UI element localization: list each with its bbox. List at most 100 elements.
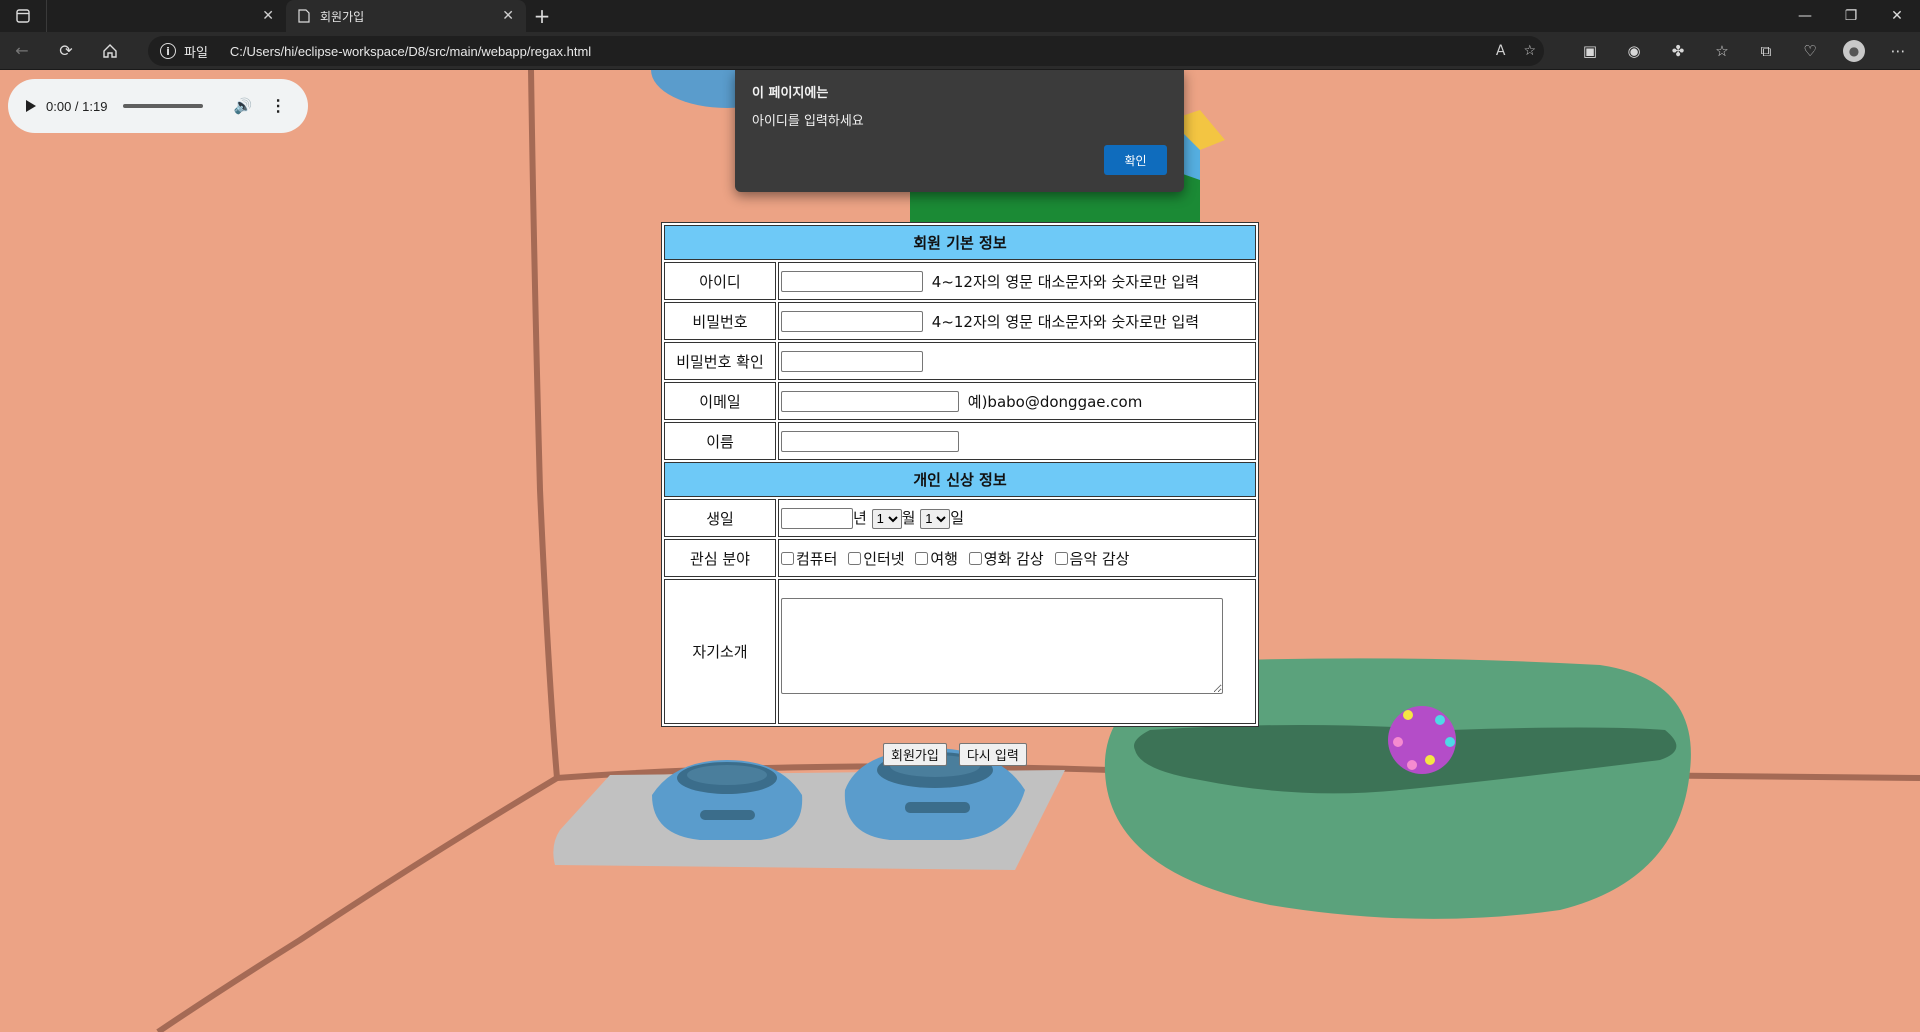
checkbox-label: 여행: [930, 549, 958, 568]
more-options-icon[interactable]: ⋮: [270, 96, 286, 116]
name-cell: [778, 422, 1256, 460]
address-field[interactable]: i 파일 C:/Users/hi/eclipse-workspace/D8/sr…: [148, 36, 1544, 66]
checkbox[interactable]: [968, 551, 982, 565]
page-icon: [298, 9, 310, 23]
password-confirm-label: 비밀번호 확인: [664, 342, 776, 380]
checkbox[interactable]: [1054, 551, 1068, 565]
screenshot-icon[interactable]: ◉: [1612, 32, 1656, 70]
tab-actions-icon: [16, 9, 30, 23]
audio-time: 0:00 / 1:19: [46, 98, 108, 114]
birth-year-input[interactable]: [781, 508, 853, 529]
intro-textarea[interactable]: [781, 597, 1223, 694]
new-tab-button[interactable]: +: [526, 0, 558, 32]
tab-title: 회원가입: [320, 9, 365, 24]
password-hint: 4~12자의 영문 대소문자와 숫자로만 입력: [931, 312, 1200, 331]
intro-label: 자기소개: [664, 579, 776, 724]
collections-icon[interactable]: ⧉: [1744, 32, 1788, 70]
checkbox-label: 컴퓨터: [796, 549, 838, 568]
email-input[interactable]: [781, 390, 959, 412]
password-input[interactable]: [781, 310, 923, 332]
email-hint: 예)babo@donggae.com: [967, 392, 1143, 411]
back-button[interactable]: ←: [0, 32, 44, 70]
password-confirm-cell: [778, 342, 1256, 380]
tab-actions-button[interactable]: [0, 0, 46, 32]
id-input[interactable]: [781, 270, 923, 292]
interest-option-computer[interactable]: 컴퓨터: [781, 548, 837, 569]
day-suffix: 일: [950, 509, 964, 527]
favorites-icon[interactable]: ☆: [1700, 32, 1744, 70]
checkbox[interactable]: [848, 551, 862, 565]
table-row: 비밀번호 4~12자의 영문 대소문자와 숫자로만 입력: [664, 302, 1256, 340]
submit-button[interactable]: 회원가입: [883, 743, 947, 766]
restore-button[interactable]: ❐: [1828, 0, 1874, 32]
table-row: 이름: [664, 422, 1256, 460]
section-personal-info-header: 개인 신상 정보: [664, 462, 1256, 497]
email-label: 이메일: [664, 382, 776, 420]
omnibox-actions: A ☆: [1496, 36, 1536, 66]
more-menu-icon[interactable]: ⋯: [1876, 32, 1920, 70]
window-controls: — ❐ ✕: [1782, 0, 1920, 32]
interest-option-travel[interactable]: 여행: [915, 548, 958, 569]
reset-button[interactable]: 다시 입력: [958, 743, 1027, 766]
month-suffix: 월: [901, 509, 916, 527]
audio-player[interactable]: 0:00 / 1:19 🔊 ⋮: [8, 79, 308, 133]
read-aloud-icon[interactable]: A: [1496, 43, 1506, 59]
name-label: 이름: [664, 422, 776, 460]
interest-label: 관심 분야: [664, 539, 776, 577]
page-content: 0:00 / 1:19 🔊 ⋮ 회원 기본 정보 아이디 4~12자의 영문 대…: [0, 70, 1920, 1032]
birth-cell: 년 1월 1일: [778, 499, 1256, 537]
checkbox-label: 인터넷: [863, 549, 905, 568]
tab-inactive[interactable]: ✕: [46, 0, 286, 32]
table-row: 아이디 4~12자의 영문 대소문자와 숫자로만 입력: [664, 262, 1256, 300]
birth-label: 생일: [664, 499, 776, 537]
form-buttons: 회원가입 다시 입력: [883, 743, 1027, 766]
audio-progress-bar[interactable]: [123, 104, 204, 108]
checkbox-label: 영화 감상: [983, 549, 1044, 568]
table-row: 생일 년 1월 1일: [664, 499, 1256, 537]
table-row: 자기소개: [664, 579, 1256, 724]
browser-essentials-icon[interactable]: ♡: [1788, 32, 1832, 70]
section-basic-info-header: 회원 기본 정보: [664, 225, 1256, 260]
close-icon[interactable]: ✕: [262, 8, 274, 24]
signup-form: 회원 기본 정보 아이디 4~12자의 영문 대소문자와 숫자로만 입력 비밀번…: [661, 222, 1259, 727]
dialog-title: 이 페이지에는: [752, 86, 829, 101]
extensions-icon[interactable]: ✤: [1656, 32, 1700, 70]
dialog-ok-button[interactable]: 확인: [1104, 145, 1167, 175]
birth-day-select[interactable]: 1: [920, 508, 951, 529]
table-row: 비밀번호 확인: [664, 342, 1256, 380]
interest-option-movies[interactable]: 영화 감상: [968, 548, 1044, 569]
password-confirm-input[interactable]: [781, 350, 923, 372]
toolbar-right: ▣ ◉ ✤ ☆ ⧉ ♡ ● ⋯: [1568, 32, 1920, 70]
checkbox-label: 음악 감상: [1069, 549, 1130, 568]
checkbox[interactable]: [915, 551, 929, 565]
year-suffix: 년: [853, 509, 867, 527]
table-row: 관심 분야 컴퓨터 인터넷 여행 영화 감상 음악 감상: [664, 539, 1256, 577]
profile-avatar[interactable]: ●: [1843, 40, 1865, 62]
close-icon[interactable]: ✕: [502, 8, 514, 24]
info-icon[interactable]: i: [160, 43, 176, 59]
refresh-button[interactable]: ⟳: [44, 32, 88, 70]
home-button[interactable]: [88, 32, 132, 70]
interest-option-internet[interactable]: 인터넷: [848, 548, 905, 569]
url-text[interactable]: C:/Users/hi/eclipse-workspace/D8/src/mai…: [230, 44, 591, 59]
name-input[interactable]: [781, 430, 959, 452]
play-icon[interactable]: [26, 100, 36, 112]
birth-month-select[interactable]: 1: [871, 508, 902, 529]
tab-active[interactable]: 회원가입 ✕: [286, 0, 526, 32]
home-icon: [103, 43, 117, 58]
interest-cell: 컴퓨터 인터넷 여행 영화 감상 음악 감상: [778, 539, 1256, 577]
close-window-button[interactable]: ✕: [1874, 0, 1920, 32]
interest-option-music[interactable]: 음악 감상: [1054, 548, 1130, 569]
volume-icon[interactable]: 🔊: [233, 97, 252, 115]
extension-icon[interactable]: ▣: [1568, 32, 1612, 70]
password-label: 비밀번호: [664, 302, 776, 340]
intro-cell: [778, 579, 1256, 724]
scheme-label: 파일: [184, 45, 208, 61]
favorite-add-icon[interactable]: ☆: [1523, 43, 1536, 59]
minimize-button[interactable]: —: [1782, 0, 1828, 32]
alert-dialog: 이 페이지에는 아이디를 입력하세요 확인: [735, 70, 1184, 192]
password-cell: 4~12자의 영문 대소문자와 숫자로만 입력: [778, 302, 1256, 340]
checkbox[interactable]: [781, 551, 794, 565]
signup-table: 회원 기본 정보 아이디 4~12자의 영문 대소문자와 숫자로만 입력 비밀번…: [661, 222, 1259, 727]
email-cell: 예)babo@donggae.com: [778, 382, 1256, 420]
